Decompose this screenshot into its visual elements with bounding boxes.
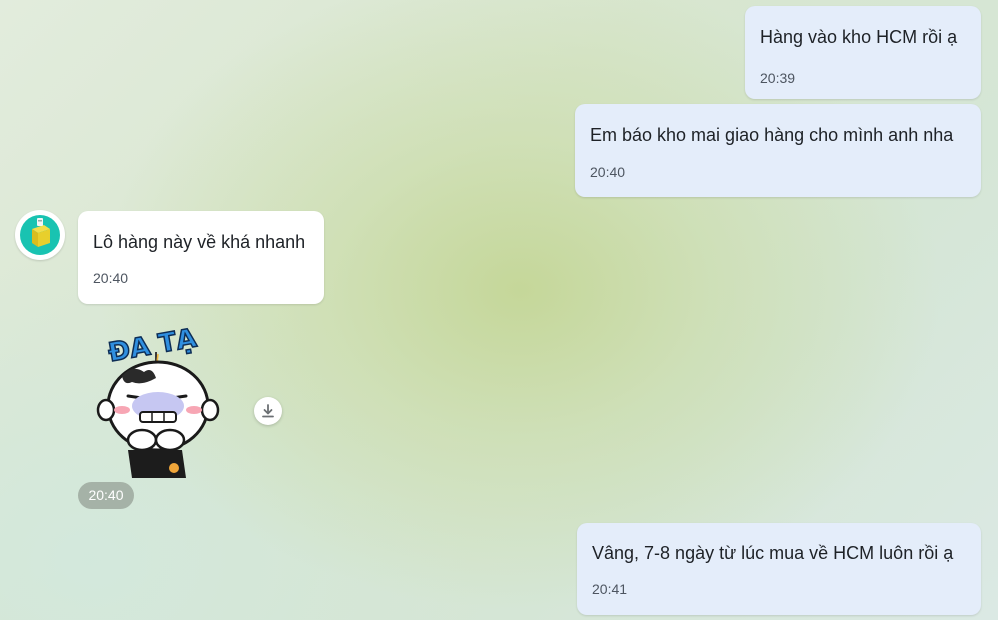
download-icon [262,404,274,418]
message-time: 20:41 [592,581,628,597]
message-text: Hàng vào kho HCM rồi ạ [760,27,958,47]
message-time: 20:40 [93,270,129,286]
contact-avatar[interactable] [15,210,65,260]
message-time: 20:39 [760,70,796,86]
yellow-box-avatar-icon [20,215,60,255]
message-text: Vâng, 7-8 ngày từ lúc mua về HCM luôn rồ… [592,543,954,563]
message-text: Lô hàng này về khá nhanh [93,232,306,252]
message-bubble-outgoing[interactable]: Vâng, 7-8 ngày từ lúc mua về HCM luôn rồ… [577,523,981,615]
sticker-image[interactable]: ĐA TẠ [92,316,226,478]
sticker-time: 20:40 [78,482,134,509]
message-time: 20:40 [590,164,626,180]
message-bubble-outgoing[interactable]: Em báo kho mai giao hàng cho mình anh nh… [575,104,981,197]
chat-area[interactable]: Hàng vào kho HCM rồi ạ 20:39 Em báo kho … [0,0,998,620]
message-text: Em báo kho mai giao hàng cho mình anh nh… [590,125,954,145]
download-button[interactable] [254,397,282,425]
message-bubble-incoming[interactable]: Lô hàng này về khá nhanh 20:40 [78,211,324,304]
message-bubble-outgoing[interactable]: Hàng vào kho HCM rồi ạ 20:39 [745,6,981,99]
